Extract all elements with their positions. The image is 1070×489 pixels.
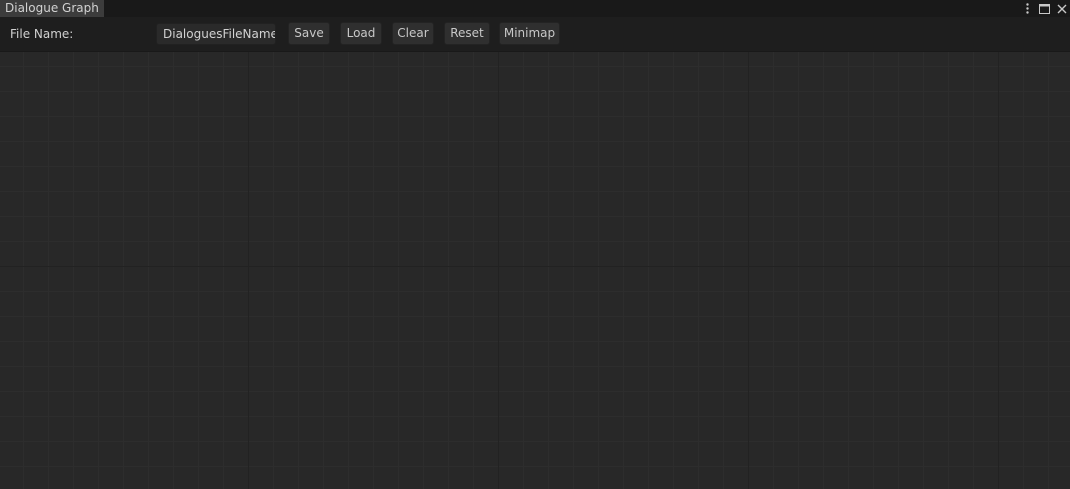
- more-vertical-icon[interactable]: [1021, 2, 1034, 15]
- reset-button[interactable]: Reset: [444, 22, 490, 45]
- minimap-button[interactable]: Minimap: [499, 22, 560, 45]
- window-controls: [1021, 0, 1068, 17]
- file-name-input[interactable]: [156, 23, 276, 45]
- file-name-label: File Name:: [10, 27, 74, 41]
- dialogue-graph-window: Dialogue Graph File Name: DialoguesFileN…: [0, 0, 1070, 489]
- tab-dialogue-graph[interactable]: Dialogue Graph: [0, 0, 104, 17]
- graph-toolbar: File Name: Save Load Clear Reset Minimap: [0, 17, 1070, 52]
- close-icon[interactable]: [1055, 2, 1068, 15]
- clear-button[interactable]: Clear: [392, 22, 434, 45]
- save-button[interactable]: Save: [288, 22, 330, 45]
- maximize-icon[interactable]: [1038, 2, 1051, 15]
- load-button[interactable]: Load: [340, 22, 382, 45]
- graph-canvas[interactable]: [0, 52, 1070, 489]
- window-tab-bar: Dialogue Graph: [0, 0, 1070, 17]
